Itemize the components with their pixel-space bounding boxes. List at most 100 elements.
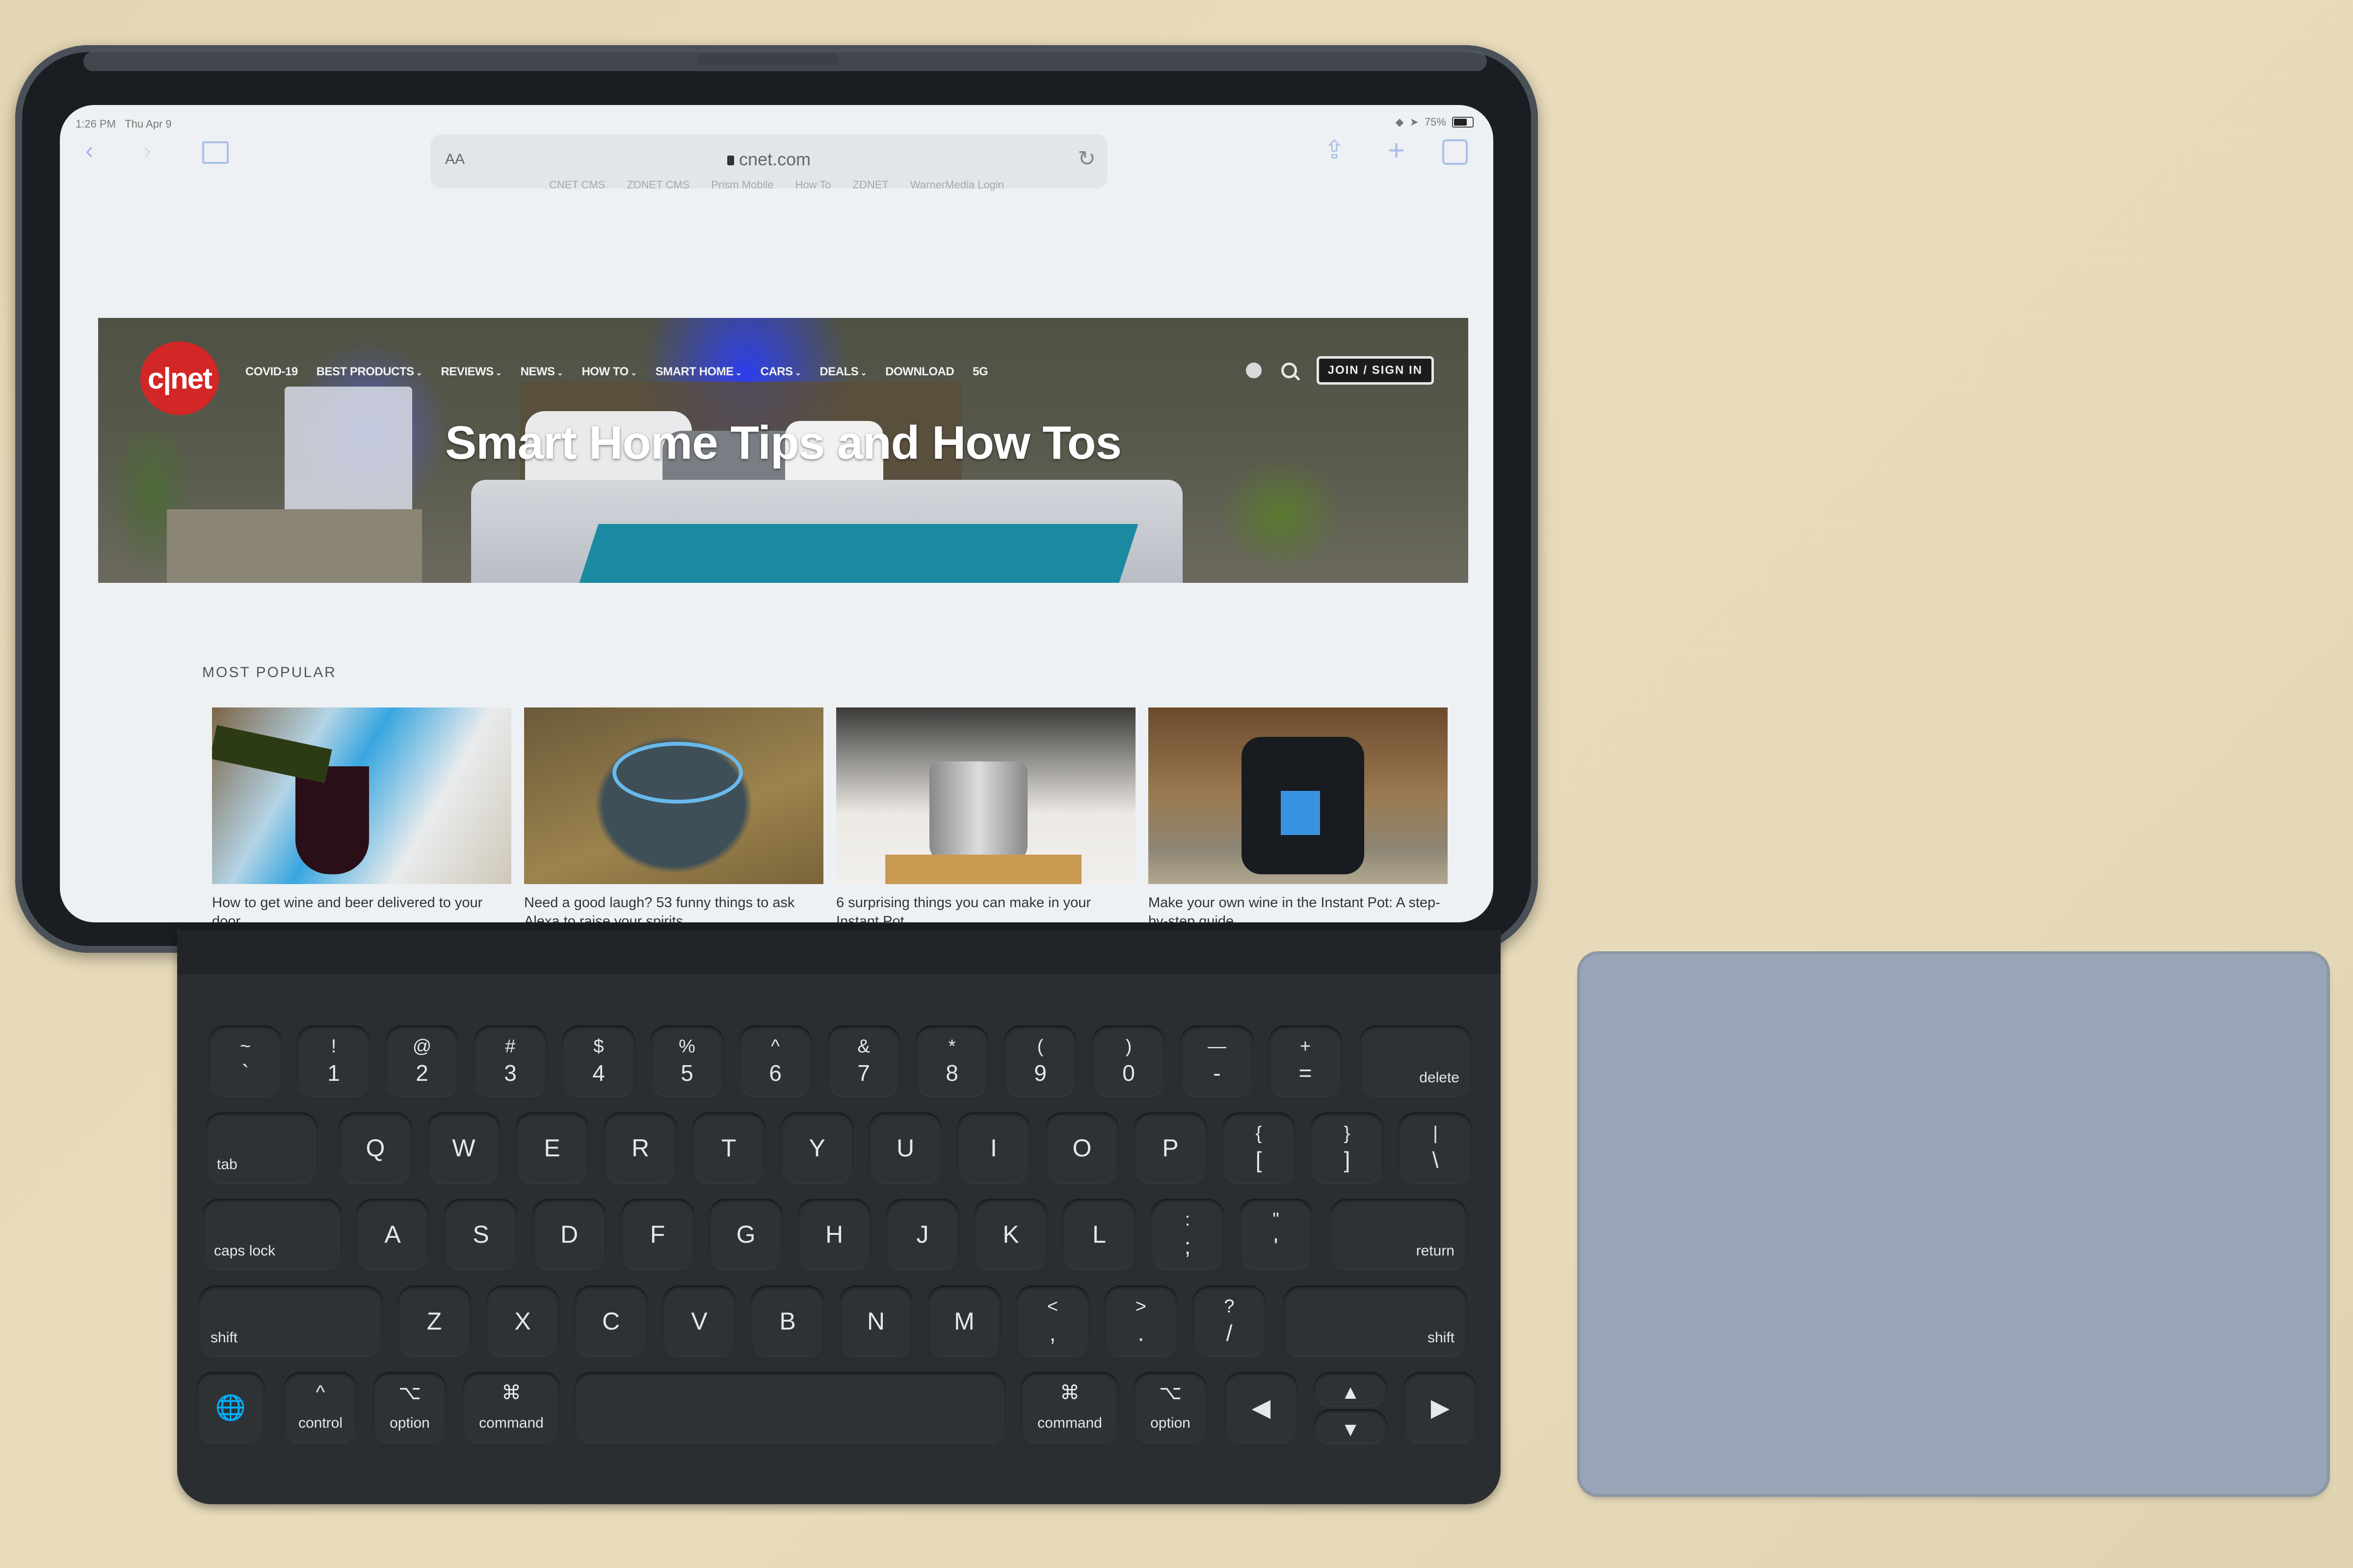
back-button[interactable]: ‹ — [85, 139, 93, 163]
new-tab-button[interactable]: + — [1388, 133, 1405, 167]
join-sign-in-button[interactable]: JOIN / SIGN IN — [1316, 356, 1434, 385]
article-title[interactable]: 6 surprising things you can make in your… — [836, 894, 1136, 922]
key-globe[interactable]: 🌐 — [196, 1372, 265, 1443]
key-7[interactable]: & 7 — [827, 1025, 900, 1097]
favorite-link[interactable]: ZDNET CMS — [627, 179, 689, 191]
key-return[interactable]: return — [1330, 1199, 1467, 1270]
key-symbol[interactable]: <, — [1016, 1285, 1089, 1357]
key-8[interactable]: * 8 — [915, 1025, 989, 1097]
favorite-link[interactable]: How To — [795, 179, 831, 191]
key-control[interactable]: ^ control — [284, 1372, 357, 1443]
key-6[interactable]: ^ 6 — [739, 1025, 812, 1097]
site-nav-item[interactable]: COVID-19 — [245, 365, 298, 379]
key-4[interactable]: $4 — [562, 1025, 635, 1097]
key-k[interactable]: K — [974, 1199, 1048, 1270]
favorite-link[interactable]: Prism Mobile — [711, 179, 773, 191]
key-command-left[interactable]: ⌘ command — [462, 1372, 560, 1443]
site-nav-item[interactable]: SMART HOME ⌄ — [656, 365, 742, 379]
key-arrow-down[interactable]: ▼ — [1314, 1409, 1387, 1444]
favorite-link[interactable]: ZDNET — [853, 179, 889, 191]
key-n[interactable]: N — [839, 1285, 913, 1357]
key-y[interactable]: Y — [780, 1112, 854, 1184]
key-f[interactable]: F — [621, 1199, 694, 1270]
key-=[interactable]: + = — [1269, 1025, 1342, 1097]
key-t[interactable]: T — [692, 1112, 766, 1184]
key-i[interactable]: I — [957, 1112, 1031, 1184]
key-symbol[interactable]: | \ — [1399, 1112, 1472, 1184]
site-nav-item[interactable]: NEWS ⌄ — [521, 365, 563, 379]
key-w[interactable]: W — [427, 1112, 501, 1184]
site-nav-item[interactable]: CARS ⌄ — [761, 365, 801, 379]
tabs-overview-button[interactable] — [1442, 139, 1468, 165]
key-b[interactable]: B — [751, 1285, 824, 1357]
key-symbol[interactable]: ? / — [1192, 1285, 1266, 1357]
key-d[interactable]: D — [532, 1199, 606, 1270]
article-card[interactable]: 6 surprising things you can make in your… — [836, 707, 1136, 922]
article-image-instant-pot[interactable] — [1148, 707, 1448, 884]
key-symbol[interactable]: }] — [1310, 1112, 1384, 1184]
key-0[interactable]: ) 0 — [1092, 1025, 1165, 1097]
key-o[interactable]: O — [1045, 1112, 1119, 1184]
article-title[interactable]: How to get wine and beer delivered to yo… — [212, 894, 511, 922]
key-z[interactable]: Z — [397, 1285, 471, 1357]
key-symbol[interactable]: :; — [1151, 1199, 1224, 1270]
key-x[interactable]: X — [486, 1285, 559, 1357]
site-nav-item[interactable]: HOW TO ⌄ — [582, 365, 637, 379]
reload-button[interactable]: ↻ — [1078, 146, 1096, 171]
key-3[interactable]: #3 — [474, 1025, 547, 1097]
site-nav-item[interactable]: DEALS ⌄ — [820, 365, 867, 379]
key-h[interactable]: H — [797, 1199, 871, 1270]
key--[interactable]: — - — [1180, 1025, 1254, 1097]
key-shift-left[interactable]: shift — [199, 1285, 383, 1357]
key-caps-lock[interactable]: caps lock — [202, 1199, 342, 1270]
article-card[interactable]: Make your own wine in the Instant Pot: A… — [1148, 707, 1448, 922]
site-nav-item[interactable]: BEST PRODUCTS ⌄ — [317, 365, 423, 379]
key-a[interactable]: A — [356, 1199, 429, 1270]
key-symbol[interactable]: {[ — [1222, 1112, 1295, 1184]
key-9[interactable]: (9 — [1004, 1025, 1077, 1097]
forward-button[interactable]: › — [143, 139, 151, 163]
key-delete[interactable]: delete — [1359, 1025, 1472, 1097]
key-q[interactable]: Q — [339, 1112, 412, 1184]
key-shift-right[interactable]: shift — [1283, 1285, 1467, 1357]
key-s[interactable]: S — [444, 1199, 518, 1270]
article-card[interactable]: How to get wine and beer delivered to yo… — [212, 707, 511, 922]
key-arrow-up[interactable]: ▲ — [1314, 1372, 1387, 1407]
key-2[interactable]: @2 — [385, 1025, 459, 1097]
key-g[interactable]: G — [709, 1199, 783, 1270]
key-1[interactable]: ! 1 — [297, 1025, 370, 1097]
cnet-logo[interactable]: c|net — [140, 341, 219, 415]
favorite-link[interactable]: CNET CMS — [549, 179, 606, 191]
key-symbol[interactable]: " ' — [1239, 1199, 1313, 1270]
key-j[interactable]: J — [886, 1199, 959, 1270]
article-image-echo[interactable] — [524, 707, 823, 884]
site-nav-item[interactable]: 5G — [973, 365, 988, 379]
share-button[interactable]: ⇪ — [1323, 135, 1345, 165]
key-c[interactable]: C — [574, 1285, 648, 1357]
key-`[interactable]: ~ ` — [209, 1025, 282, 1097]
key-l[interactable]: L — [1062, 1199, 1136, 1270]
key-5[interactable]: % 5 — [650, 1025, 724, 1097]
article-image-instant-pot[interactable] — [836, 707, 1136, 884]
favorite-link[interactable]: WarnerMedia Login — [910, 179, 1004, 191]
key-p[interactable]: P — [1134, 1112, 1207, 1184]
key-command-right[interactable]: ⌘ command — [1021, 1372, 1119, 1443]
url-display[interactable]: cnet.com — [430, 149, 1108, 170]
search-icon[interactable] — [1281, 363, 1297, 378]
key-e[interactable]: E — [515, 1112, 589, 1184]
article-title[interactable]: Need a good laugh? 53 funny things to as… — [524, 894, 823, 922]
key-symbol[interactable]: >. — [1104, 1285, 1178, 1357]
site-nav-item[interactable]: REVIEWS ⌄ — [441, 365, 502, 379]
article-card[interactable]: Need a good laugh? 53 funny things to as… — [524, 707, 823, 922]
article-image-wine[interactable] — [212, 707, 511, 884]
key-option-left[interactable]: ⌥ option — [373, 1372, 447, 1443]
globe-icon[interactable] — [1245, 363, 1262, 378]
key-option-right[interactable]: ⌥ option — [1134, 1372, 1207, 1443]
bookmarks-button[interactable] — [202, 141, 229, 164]
key-u[interactable]: U — [869, 1112, 942, 1184]
trackpad[interactable] — [1580, 954, 2327, 1494]
key-space[interactable] — [574, 1372, 1006, 1443]
key-arrow-right[interactable]: ▶ — [1403, 1372, 1477, 1443]
article-title[interactable]: Make your own wine in the Instant Pot: A… — [1148, 894, 1448, 922]
key-r[interactable]: R — [604, 1112, 677, 1184]
